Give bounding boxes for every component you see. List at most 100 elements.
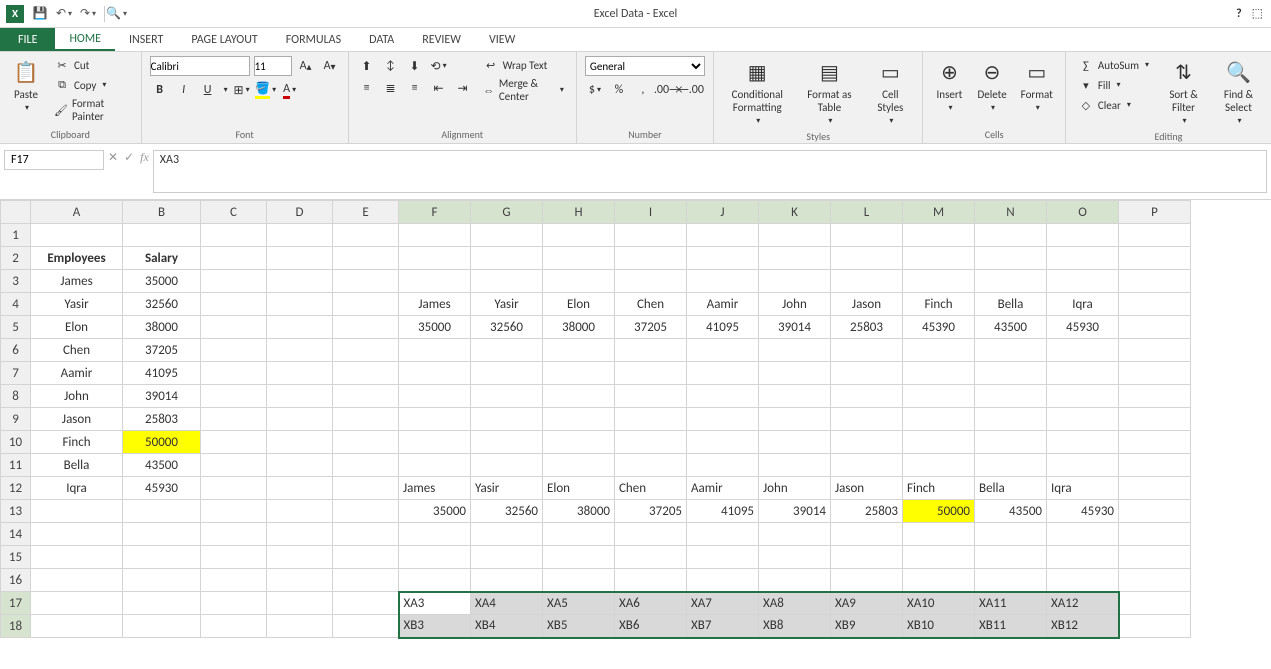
- cell[interactable]: [267, 362, 333, 385]
- border-button[interactable]: ⊞▾: [232, 80, 252, 100]
- percent-icon[interactable]: %: [609, 80, 629, 100]
- cell[interactable]: XB7: [687, 615, 759, 638]
- cell[interactable]: 41095: [123, 362, 201, 385]
- cell[interactable]: [399, 224, 471, 247]
- cell[interactable]: [975, 454, 1047, 477]
- cell[interactable]: Elon: [543, 477, 615, 500]
- cell[interactable]: [201, 362, 267, 385]
- cell[interactable]: [975, 569, 1047, 592]
- cell[interactable]: Aamir: [31, 362, 123, 385]
- tab-page-layout[interactable]: PAGE LAYOUT: [177, 28, 271, 51]
- currency-icon[interactable]: $▾: [585, 80, 605, 100]
- cell[interactable]: 25803: [831, 500, 903, 523]
- cell[interactable]: [831, 385, 903, 408]
- row-header[interactable]: 9: [1, 408, 31, 431]
- cell[interactable]: [333, 339, 399, 362]
- cell[interactable]: [1119, 339, 1191, 362]
- row-header[interactable]: 5: [1, 316, 31, 339]
- cell[interactable]: [903, 362, 975, 385]
- cell[interactable]: Aamir: [687, 293, 759, 316]
- cell[interactable]: [267, 293, 333, 316]
- cell[interactable]: [975, 431, 1047, 454]
- cell[interactable]: 45930: [1047, 500, 1119, 523]
- cell[interactable]: [399, 546, 471, 569]
- format-as-table-button[interactable]: ▤Format as Table▾: [799, 56, 861, 128]
- cell[interactable]: [267, 477, 333, 500]
- cell[interactable]: [1119, 523, 1191, 546]
- align-top-icon[interactable]: ⬆: [357, 56, 377, 76]
- cell[interactable]: XA6: [615, 592, 687, 615]
- cell[interactable]: [471, 385, 543, 408]
- cell[interactable]: [615, 270, 687, 293]
- decrease-decimal-icon[interactable]: ←.00: [681, 80, 701, 100]
- cell[interactable]: [1047, 247, 1119, 270]
- cell[interactable]: [1047, 454, 1119, 477]
- cell[interactable]: Salary: [123, 247, 201, 270]
- cell[interactable]: [399, 454, 471, 477]
- cell[interactable]: 25803: [123, 408, 201, 431]
- cell[interactable]: Finch: [903, 477, 975, 500]
- cell[interactable]: [123, 569, 201, 592]
- cell[interactable]: XB10: [903, 615, 975, 638]
- cell[interactable]: Elon: [543, 293, 615, 316]
- cell[interactable]: [759, 247, 831, 270]
- cell[interactable]: [975, 408, 1047, 431]
- font-name-select[interactable]: [150, 56, 250, 76]
- cell[interactable]: James: [399, 477, 471, 500]
- cell[interactable]: [687, 523, 759, 546]
- cell[interactable]: [975, 385, 1047, 408]
- col-header[interactable]: N: [975, 201, 1047, 224]
- cell[interactable]: [543, 339, 615, 362]
- cell[interactable]: Yasir: [31, 293, 123, 316]
- autosum-button[interactable]: ∑AutoSum▾: [1074, 56, 1153, 74]
- cell[interactable]: Bella: [31, 454, 123, 477]
- cell[interactable]: [543, 408, 615, 431]
- cell[interactable]: [399, 247, 471, 270]
- cell[interactable]: [267, 569, 333, 592]
- fill-color-button[interactable]: 🪣▾: [256, 80, 276, 100]
- cell[interactable]: [759, 339, 831, 362]
- tab-view[interactable]: VIEW: [475, 28, 529, 51]
- clear-button[interactable]: ◇Clear▾: [1074, 96, 1153, 114]
- italic-button[interactable]: I: [174, 80, 194, 100]
- cell[interactable]: [399, 523, 471, 546]
- row-header[interactable]: 8: [1, 385, 31, 408]
- cell[interactable]: [123, 592, 201, 615]
- col-header[interactable]: I: [615, 201, 687, 224]
- row-header[interactable]: 2: [1, 247, 31, 270]
- cell[interactable]: 45930: [1047, 316, 1119, 339]
- cell[interactable]: [543, 454, 615, 477]
- cell[interactable]: 35000: [123, 270, 201, 293]
- cell[interactable]: XA11: [975, 592, 1047, 615]
- cell[interactable]: [123, 546, 201, 569]
- tab-review[interactable]: REVIEW: [408, 28, 475, 51]
- cell-styles-button[interactable]: ▭Cell Styles▾: [866, 56, 914, 128]
- cell[interactable]: [1047, 224, 1119, 247]
- cell[interactable]: [267, 431, 333, 454]
- cell[interactable]: [201, 339, 267, 362]
- cell[interactable]: 37205: [615, 500, 687, 523]
- increase-font-icon[interactable]: A▴: [296, 56, 316, 76]
- row-header[interactable]: 18: [1, 615, 31, 638]
- cell[interactable]: XA4: [471, 592, 543, 615]
- cell[interactable]: 43500: [975, 316, 1047, 339]
- cell[interactable]: [975, 546, 1047, 569]
- tab-insert[interactable]: INSERT: [115, 28, 177, 51]
- cut-button[interactable]: ✂Cut: [50, 56, 133, 74]
- row-header[interactable]: 4: [1, 293, 31, 316]
- cell[interactable]: [31, 569, 123, 592]
- cell[interactable]: [759, 408, 831, 431]
- cell[interactable]: [903, 431, 975, 454]
- cell[interactable]: [1119, 569, 1191, 592]
- cell[interactable]: [123, 523, 201, 546]
- formula-input[interactable]: XA3: [153, 150, 1267, 193]
- cell[interactable]: [687, 431, 759, 454]
- cell[interactable]: [1119, 500, 1191, 523]
- cell[interactable]: [1119, 224, 1191, 247]
- cell[interactable]: [759, 385, 831, 408]
- cell[interactable]: [399, 431, 471, 454]
- cell[interactable]: [543, 523, 615, 546]
- cell[interactable]: XA12: [1047, 592, 1119, 615]
- col-header[interactable]: K: [759, 201, 831, 224]
- row-header[interactable]: 6: [1, 339, 31, 362]
